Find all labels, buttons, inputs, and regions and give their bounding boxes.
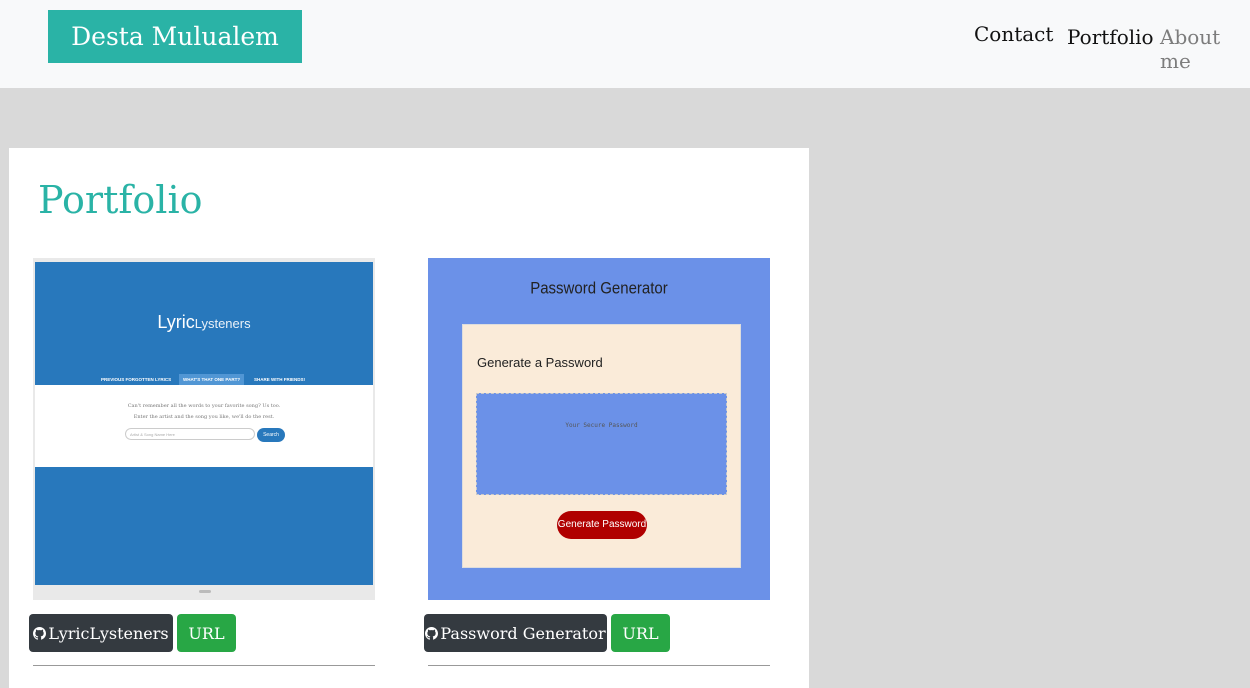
lyriclysteners-url-button[interactable]: URL bbox=[177, 614, 236, 652]
lyric-logo: LyricLysteners bbox=[35, 312, 373, 333]
lyriclysteners-screenshot: LyricLysteners PREVIOUS FORGOTTEN LYRICS… bbox=[33, 258, 375, 600]
lyric-search-section: Can't remember all the words to your fav… bbox=[35, 385, 373, 467]
lyric-search-input: Artist & Song Name Here bbox=[125, 428, 255, 440]
password-generator-screenshot: Password Generator Generate a Password Y… bbox=[428, 258, 770, 600]
nav-link-about-me[interactable]: About me bbox=[1160, 25, 1250, 73]
lyric-nav: PREVIOUS FORGOTTEN LYRICS WHAT'S THAT ON… bbox=[35, 374, 373, 385]
github-icon bbox=[33, 626, 47, 640]
brand-link[interactable]: Desta Mulualem bbox=[48, 10, 302, 63]
lyriclysteners-github-button[interactable]: LyricLysteners bbox=[29, 614, 173, 652]
nav-link-portfolio[interactable]: Portfolio bbox=[1067, 25, 1154, 49]
pg-card: Generate a Password Your Secure Password… bbox=[462, 324, 741, 568]
divider bbox=[428, 665, 770, 666]
lyric-search-button: Search bbox=[257, 428, 285, 442]
pg-password-box: Your Secure Password bbox=[476, 393, 727, 495]
lyriclysteners-github-label: LyricLysteners bbox=[48, 623, 169, 643]
password-generator-url-button[interactable]: URL bbox=[611, 614, 670, 652]
lyric-text-line: Can't remember all the words to your fav… bbox=[127, 403, 281, 409]
lyric-nav-item: SHARE WITH FRIENDS! bbox=[254, 377, 305, 382]
github-icon bbox=[425, 626, 439, 640]
navbar: Desta Mulualem Contact Portfolio About m… bbox=[0, 0, 1250, 88]
lyric-footer-area bbox=[35, 467, 373, 585]
lyric-logo-sub: Lysteners bbox=[194, 316, 251, 331]
lyric-nav-item: PREVIOUS FORGOTTEN LYRICS bbox=[101, 377, 172, 382]
password-generator-github-label: Password Generator bbox=[440, 623, 606, 643]
pg-subtitle: Generate a Password bbox=[477, 355, 603, 370]
pg-generate-button: Generate Password bbox=[557, 511, 647, 539]
nav-link-contact[interactable]: Contact bbox=[974, 22, 1053, 46]
pg-placeholder: Your Secure Password bbox=[565, 422, 638, 429]
password-generator-github-button[interactable]: Password Generator bbox=[424, 614, 607, 652]
page-title: Portfolio bbox=[38, 178, 203, 222]
lyric-header: LyricLysteners PREVIOUS FORGOTTEN LYRICS… bbox=[35, 262, 373, 385]
divider bbox=[33, 665, 375, 666]
lyric-logo-main: Lyric bbox=[157, 312, 195, 332]
lyric-text-line: Enter the artist and the song you like, … bbox=[133, 414, 275, 420]
portfolio-card: Portfolio LyricLysteners PREVIOUS FORGOT… bbox=[9, 148, 809, 688]
scroll-indicator bbox=[199, 590, 211, 593]
pg-title: Password Generator bbox=[530, 279, 668, 298]
lyric-nav-item-active: WHAT'S THAT ONE PART? bbox=[179, 374, 245, 385]
